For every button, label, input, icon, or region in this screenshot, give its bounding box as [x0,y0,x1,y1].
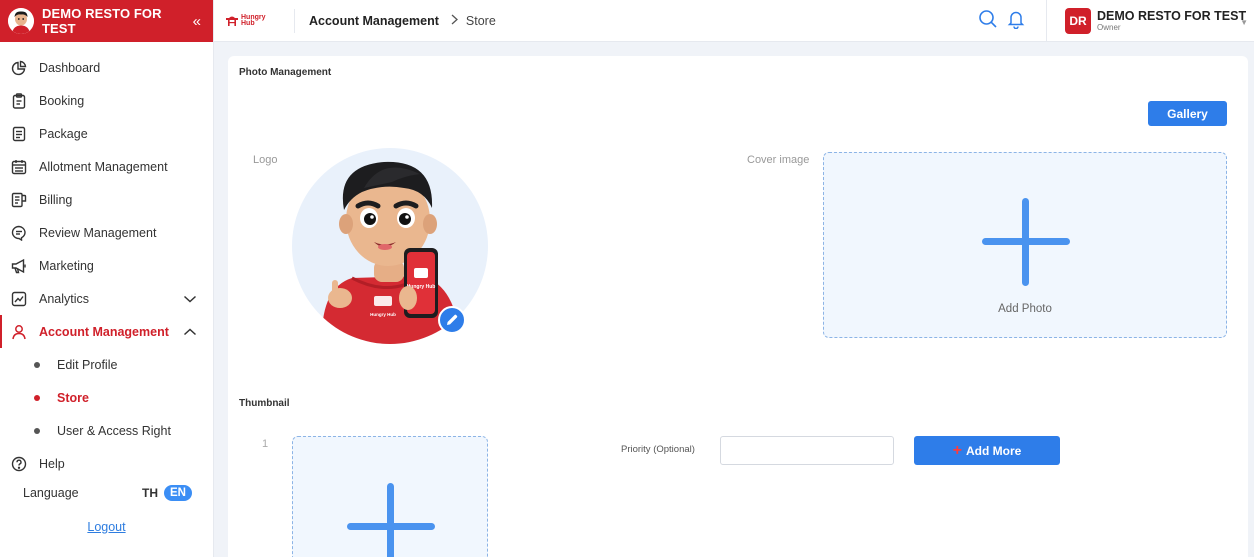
add-more-button[interactable]: + Add More [914,436,1060,465]
sidebar-item-package[interactable]: Package [0,117,213,150]
add-more-label: Add More [966,443,1022,458]
sidebar-item-review-management[interactable]: Review Management [0,216,213,249]
sidebar-item-label: Package [39,126,88,141]
collapse-sidebar-icon[interactable]: « [193,13,205,30]
clipboard-icon [10,92,28,110]
sidebar-item-allotment-management[interactable]: Allotment Management [0,150,213,183]
sidebar-item-label: Review Management [39,225,157,240]
cover-image-upload[interactable]: Add Photo [823,152,1227,338]
store-content-card: Photo Management Gallery Logo Hungry Hub… [228,56,1248,557]
calendar-icon [10,158,28,176]
caret-down-icon[interactable]: ▼ [1240,18,1248,27]
bullet-dot [34,394,40,401]
brand-header: DEMO RESTO FOR TEST « [0,0,213,42]
message-icon [10,224,28,242]
search-icon[interactable] [978,9,998,34]
brand-avatar [8,8,34,34]
sidebar-nav: Dashboard Booking Package Allotment Mana… [0,42,213,534]
top-icons [978,9,1026,34]
language-switcher: Language TH EN [0,480,213,506]
sidebar-subitem-label: Edit Profile [57,357,118,372]
priority-input[interactable] [720,436,894,465]
thumbnail-title: Thumbnail [239,398,290,409]
breadcrumb-account-management[interactable]: Account Management [309,14,439,28]
user-role: Owner [1097,23,1121,32]
sidebar-item-marketing[interactable]: Marketing [0,249,213,282]
chevron-down-icon[interactable] [183,295,197,303]
sidebar-item-analytics[interactable]: Analytics [0,282,213,315]
plus-icon: + [952,441,962,459]
logout-link[interactable]: Logout [0,520,213,534]
sidebar-item-label: Marketing [39,258,94,273]
sidebar-item-account-management[interactable]: Account Management [0,315,213,348]
sidebar: DEMO RESTO FOR TEST « Dashboard Booking … [0,0,214,557]
pie-chart-icon [10,59,28,77]
sidebar-item-booking[interactable]: Booking [0,84,213,117]
user-menu[interactable]: DR DEMO RESTO FOR TEST Owner ▼ [1046,0,1254,42]
sidebar-subitem-label: User & Access Right [57,423,171,438]
sidebar-item-billing[interactable]: Billing [0,183,213,216]
document-icon [10,125,28,143]
sidebar-subitem-store[interactable]: Store [0,381,213,414]
sidebar-item-label: Account Management [39,324,169,339]
sidebar-item-label: Analytics [39,291,90,306]
sidebar-subitem-edit-profile[interactable]: Edit Profile [0,348,213,381]
sidebar-item-label: Help [39,456,65,471]
bullet-dot [34,361,40,368]
thumbnail-index: 1 [262,438,269,450]
user-name: DEMO RESTO FOR TEST [1097,9,1247,23]
chevron-up-icon[interactable] [183,327,197,336]
hungry-hub-logo-text: Hungry Hub [241,14,266,27]
sidebar-item-label: Booking [39,93,85,108]
sidebar-subitem-user-access-right[interactable]: User & Access Right [0,414,213,447]
plus-icon [1022,198,1029,286]
sidebar-item-help[interactable]: Help [0,447,213,480]
hungry-hub-logo[interactable]: Hungry Hub [226,14,286,27]
megaphone-icon [10,257,28,275]
language-label: Language [23,486,79,500]
add-photo-label: Add Photo [998,303,1052,315]
chart-line-icon [10,290,28,308]
help-icon [10,455,28,473]
bullet-dot [34,427,40,434]
sidebar-subitem-label: Store [57,390,89,405]
user-info: DEMO RESTO FOR TEST Owner [1097,9,1247,33]
user-initials-avatar: DR [1065,8,1091,34]
hungry-hub-logo-icon [226,16,238,26]
divider [294,8,295,33]
plus-icon [387,483,394,557]
logo-label: Logo [253,154,278,166]
breadcrumb: Account Management Store [309,13,496,28]
user-icon [10,323,28,341]
top-bar: Hungry Hub Account Management Store DR D… [214,0,1254,42]
language-toggle[interactable]: TH EN [142,485,192,501]
sidebar-item-label: Allotment Management [39,159,168,174]
breadcrumb-chevron-right-icon [451,13,458,28]
brand-name: DEMO RESTO FOR TEST [42,6,162,36]
lang-en-option[interactable]: EN [164,485,192,501]
cover-image-label: Cover image [747,154,810,166]
priority-label: Priority (Optional) [621,444,695,455]
lang-th-option[interactable]: TH [142,486,158,500]
mascot-shirt-text: Hungry Hub [370,312,396,317]
sidebar-item-label: Billing [39,192,73,207]
gallery-button[interactable]: Gallery [1148,101,1227,126]
sidebar-item-label: Dashboard [39,60,101,75]
logo-text-line-2: Hub [241,19,255,27]
logo-upload[interactable]: Hungry Hub Hungry Hub [292,148,488,344]
bell-icon[interactable] [1006,9,1026,34]
thumbnail-upload[interactable] [292,436,488,557]
edit-logo-pencil-icon[interactable] [438,306,466,334]
breadcrumb-store: Store [465,13,496,28]
photo-management-title: Photo Management [239,67,332,78]
receipt-icon [10,191,28,209]
sidebar-item-dashboard[interactable]: Dashboard [0,51,213,84]
